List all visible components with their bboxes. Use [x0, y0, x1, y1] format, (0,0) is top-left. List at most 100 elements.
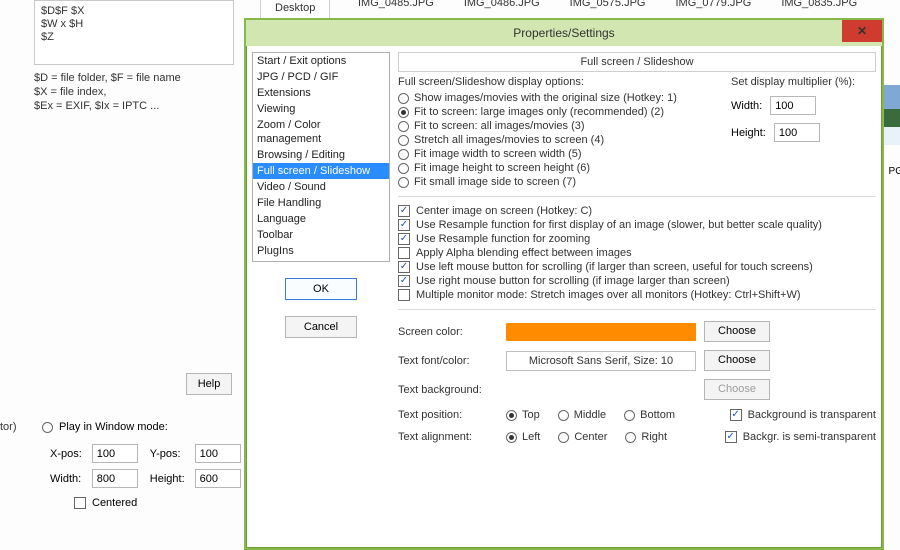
display-option-radio[interactable]: [398, 177, 409, 188]
checkbox[interactable]: [730, 409, 742, 421]
thumb-filename[interactable]: IMG_0779.JPG: [675, 0, 751, 9]
centered-checkbox[interactable]: [74, 497, 86, 509]
placeholder-legend: $D = file folder, $F = file name $X = fi…: [34, 71, 181, 113]
mult-width-label: Width:: [731, 100, 762, 112]
option-checkbox[interactable]: [398, 261, 410, 273]
option-label: Apply Alpha blending effect between imag…: [416, 247, 632, 259]
radio[interactable]: [558, 432, 569, 443]
category-list[interactable]: Start / Exit optionsJPG / PCD / GIFExten…: [252, 52, 390, 262]
thumb-filename[interactable]: IMG_0835.JPG: [781, 0, 857, 9]
multiplier-header: Set display multiplier (%):: [731, 76, 876, 88]
legend-line: $D = file folder, $F = file name: [34, 71, 181, 85]
panel-title: Full screen / Slideshow: [398, 52, 876, 72]
checkbox[interactable]: [725, 431, 737, 443]
category-item[interactable]: Browsing / Editing: [253, 147, 389, 163]
titlebar[interactable]: Properties/Settings ✕: [246, 20, 882, 46]
radio[interactable]: [506, 410, 517, 421]
option-checkbox[interactable]: [398, 289, 410, 301]
radio-label: Top: [522, 409, 540, 421]
display-option-label: Fit image height to screen height (6): [414, 162, 590, 174]
checkbox-label: Backgr. is semi-transparent: [743, 431, 876, 443]
radio[interactable]: [624, 410, 635, 421]
radio-label: Middle: [574, 409, 606, 421]
category-item[interactable]: Viewing: [253, 101, 389, 117]
height-input[interactable]: [195, 469, 241, 488]
info-template-box[interactable]: $D$F $X $W x $H $Z: [34, 0, 234, 65]
legend-line: $Ex = EXIF, $Ix = IPTC ...: [34, 99, 181, 113]
cancel-button[interactable]: Cancel: [285, 316, 357, 338]
row-label: Text position:: [398, 409, 498, 421]
dialog-title: Properties/Settings: [513, 26, 614, 40]
display-option-label: Stretch all images/movies to screen (4): [414, 134, 604, 146]
option-label: Multiple monitor mode: Stretch images ov…: [416, 289, 801, 301]
font-display: Microsoft Sans Serif, Size: 10: [506, 351, 696, 371]
legend-line: $X = file index,: [34, 85, 181, 99]
thumb-filename[interactable]: IMG_0486.JPG: [464, 0, 540, 9]
option-checkbox[interactable]: [398, 247, 410, 259]
xpos-input[interactable]: [92, 444, 138, 463]
desktop-tab[interactable]: Desktop: [260, 0, 330, 20]
category-item[interactable]: Extensions: [253, 85, 389, 101]
row-label: Text alignment:: [398, 431, 498, 443]
radio[interactable]: [625, 432, 636, 443]
option-checkbox[interactable]: [398, 233, 410, 245]
radio[interactable]: [558, 410, 569, 421]
category-item[interactable]: Start / Exit options: [253, 53, 389, 69]
category-item[interactable]: Video / Sound: [253, 179, 389, 195]
display-option-radio[interactable]: [398, 163, 409, 174]
choose-screen-color-button[interactable]: Choose: [704, 321, 770, 342]
ypos-input[interactable]: [195, 444, 241, 463]
thumb-filename[interactable]: IMG_0485.JPG: [358, 0, 434, 9]
display-option-radio[interactable]: [398, 149, 409, 160]
radio-label: Right: [641, 431, 667, 443]
thumb-ext-fragment: PG: [889, 166, 900, 177]
info-line: $D$F $X: [41, 5, 227, 18]
mult-width-input[interactable]: [770, 96, 816, 115]
option-label: Center image on screen (Hotkey: C): [416, 205, 592, 217]
play-window-mode-label: Play in Window mode:: [59, 421, 168, 433]
choose-font-button[interactable]: Choose: [704, 350, 770, 371]
width-label: Width:: [50, 473, 82, 485]
mult-height-label: Height:: [731, 127, 766, 139]
close-button[interactable]: ✕: [842, 20, 882, 42]
height-label: Height:: [150, 473, 185, 485]
category-item[interactable]: Zoom / Color management: [253, 117, 389, 147]
width-input[interactable]: [92, 469, 138, 488]
ypos-label: Y-pos:: [150, 448, 185, 460]
display-option-radio[interactable]: [398, 121, 409, 132]
category-item[interactable]: Miscellaneous: [253, 259, 389, 262]
help-button[interactable]: Help: [186, 373, 232, 395]
category-item[interactable]: File Handling: [253, 195, 389, 211]
category-item[interactable]: Language: [253, 211, 389, 227]
category-item[interactable]: PlugIns: [253, 243, 389, 259]
display-option-radio[interactable]: [398, 135, 409, 146]
thumb-filename[interactable]: IMG_0575.JPG: [570, 0, 646, 9]
category-item[interactable]: Toolbar: [253, 227, 389, 243]
display-option-label: Fit small image side to screen (7): [414, 176, 576, 188]
category-item[interactable]: Full screen / Slideshow: [253, 163, 389, 179]
ok-button[interactable]: OK: [285, 278, 357, 300]
option-label: Use left mouse button for scrolling (if …: [416, 261, 813, 273]
display-option-label: Fit to screen: all images/movies (3): [414, 120, 585, 132]
mult-height-input[interactable]: [774, 123, 820, 142]
option-checkbox[interactable]: [398, 219, 410, 231]
option-label: Use Resample function for zooming: [416, 233, 590, 245]
xpos-label: X-pos:: [50, 448, 82, 460]
cutoff-label: tor): [0, 421, 17, 433]
text-font-label: Text font/color:: [398, 355, 498, 367]
radio[interactable]: [506, 432, 517, 443]
display-option-radio[interactable]: [398, 107, 409, 118]
info-line: $Z: [41, 31, 227, 44]
checkbox-label: Background is transparent: [748, 409, 876, 421]
option-label: Use right mouse button for scrolling (if…: [416, 275, 730, 287]
play-window-mode-radio[interactable]: [42, 422, 53, 433]
option-label: Use Resample function for first display …: [416, 219, 822, 231]
option-checkbox[interactable]: [398, 275, 410, 287]
display-options-header: Full screen/Slideshow display options:: [398, 76, 717, 88]
display-option-radio[interactable]: [398, 93, 409, 104]
close-icon: ✕: [857, 24, 867, 38]
option-checkbox[interactable]: [398, 205, 410, 217]
category-item[interactable]: JPG / PCD / GIF: [253, 69, 389, 85]
radio-label: Bottom: [640, 409, 675, 421]
screen-color-swatch[interactable]: [506, 323, 696, 341]
